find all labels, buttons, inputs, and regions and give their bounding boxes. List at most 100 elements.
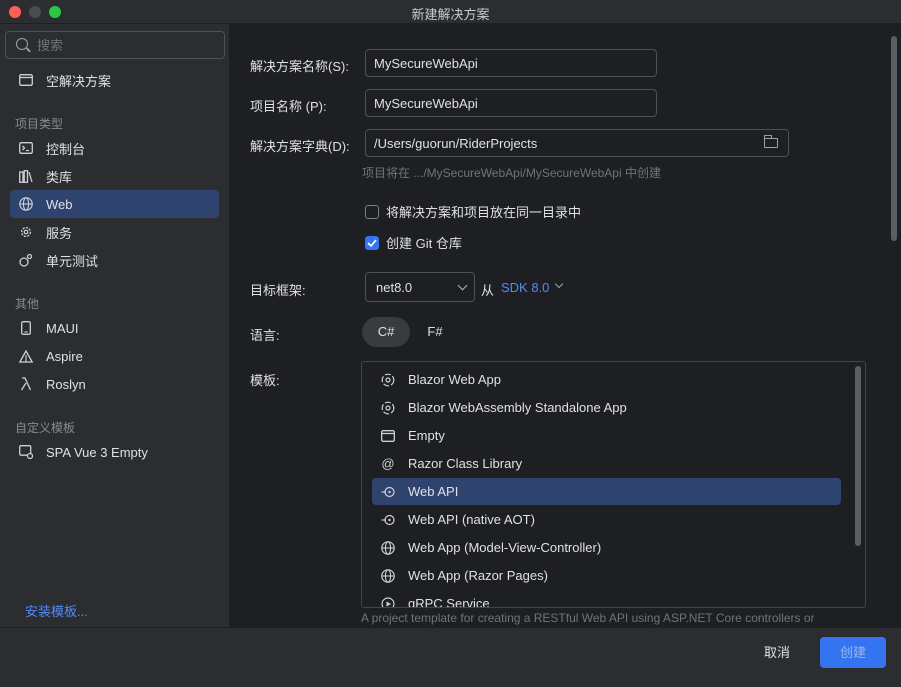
sidebar-item-label: 单元测试: [46, 253, 99, 269]
sidebar-item-service[interactable]: 服务: [10, 218, 219, 246]
folder-icon[interactable]: [763, 135, 778, 148]
window-title: 新建解决方案: [411, 7, 490, 22]
sidebar-item-label: MAUI: [46, 320, 79, 336]
search-icon: [16, 38, 28, 50]
language-label: 语言:: [250, 328, 280, 343]
template-item-web-api-aot[interactable]: Web API (native AOT): [372, 506, 841, 533]
test-icon: [18, 252, 34, 268]
search-box[interactable]: [5, 31, 225, 59]
template-icon: [18, 444, 34, 460]
template-label: Web App (Razor Pages): [408, 568, 548, 583]
templates-list[interactable]: Blazor Web App Blazor WebAssembly Standa…: [361, 361, 866, 608]
sidebar: 空解决方案 项目类型 控制台 类库 Web 服务 单元测试 其他: [0, 24, 230, 627]
language-option-fsharp[interactable]: F#: [411, 317, 459, 347]
template-label: gRPC Service: [408, 596, 490, 608]
title-bar: 新建解决方案: [0, 0, 901, 24]
same-dir-label: 将解决方案和项目放在同一目录中: [386, 205, 582, 220]
template-label: Web App (Model-View-Controller): [408, 540, 602, 555]
sidebar-item-spa-vue-3-empty[interactable]: SPA Vue 3 Empty: [10, 438, 219, 466]
chevron-down-icon: [457, 280, 468, 291]
template-label: Blazor WebAssembly Standalone App: [408, 400, 627, 415]
blazor-icon: [380, 400, 396, 416]
globe-icon: [380, 568, 396, 584]
sidebar-item-web[interactable]: Web: [10, 190, 219, 218]
sidebar-item-label: Roslyn: [46, 376, 86, 392]
solution-name-field[interactable]: MySecureWebApi: [365, 49, 657, 77]
at-icon: @: [381, 456, 395, 471]
framework-select[interactable]: net8.0: [365, 272, 475, 302]
cancel-button[interactable]: 取消: [748, 638, 806, 668]
project-location-hint: 项目将在 .../MySecureWebApi/MySecureWebApi 中…: [362, 166, 661, 180]
gear-icon: [18, 224, 34, 240]
search-input[interactable]: [37, 36, 217, 54]
sidebar-item-label: 服务: [46, 225, 73, 241]
window-icon: [18, 72, 34, 88]
api-icon: [380, 484, 396, 500]
framework-value: net8.0: [376, 280, 413, 295]
template-label: Web API: [408, 484, 459, 499]
sidebar-item-label: 类库: [46, 169, 73, 185]
sidebar-item-label: Aspire: [46, 348, 83, 364]
install-templates-link[interactable]: 安装模板...: [25, 601, 88, 620]
console-icon: [18, 140, 34, 156]
git-label: 创建 Git 仓库: [386, 236, 462, 251]
sidebar-item-console[interactable]: 控制台: [10, 134, 219, 162]
solution-name-label: 解决方案名称(S):: [250, 59, 349, 74]
sidebar-item-empty-solution[interactable]: 空解决方案: [10, 66, 219, 94]
sidebar-item-label: Web: [46, 196, 73, 212]
template-item-web-app-razor-pages[interactable]: Web App (Razor Pages): [372, 562, 841, 589]
template-item-razor-class-library[interactable]: @ Razor Class Library: [372, 450, 841, 477]
section-header-project-types: 项目类型: [15, 117, 64, 131]
template-item-empty[interactable]: Empty: [372, 422, 841, 449]
template-item-blazor-web-app[interactable]: Blazor Web App: [372, 366, 841, 393]
solution-dir-label: 解决方案字典(D):: [250, 139, 350, 154]
same-dir-checkbox[interactable]: [365, 204, 379, 219]
template-label: Empty: [408, 428, 445, 443]
sidebar-item-aspire[interactable]: Aspire: [10, 342, 219, 370]
template-item-blazor-webassembly[interactable]: Blazor WebAssembly Standalone App: [372, 394, 841, 421]
project-name-field[interactable]: MySecureWebApi: [365, 89, 657, 117]
aspire-icon: [18, 348, 34, 364]
sidebar-item-label: 控制台: [46, 141, 86, 157]
template-description: A project template for creating a RESTfu…: [361, 612, 815, 625]
globe-icon: [380, 540, 396, 556]
template-label: Blazor Web App: [408, 372, 501, 387]
main-form: 解决方案名称(S): MySecureWebApi 项目名称 (P): MySe…: [231, 24, 901, 627]
template-label: Razor Class Library: [408, 456, 523, 471]
templates-scrollbar[interactable]: [855, 366, 861, 546]
grpc-icon: [380, 596, 396, 607]
sidebar-item-label: SPA Vue 3 Empty: [46, 444, 148, 460]
globe-icon: [18, 196, 34, 212]
main-scrollbar[interactable]: [891, 36, 897, 241]
same-dir-checkbox-row[interactable]: 将解决方案和项目放在同一目录中: [365, 202, 581, 221]
api-icon: [380, 512, 396, 528]
template-item-web-api[interactable]: Web API: [372, 478, 841, 505]
template-item-web-app-mvc[interactable]: Web App (Model-View-Controller): [372, 534, 841, 561]
library-icon: [18, 168, 34, 184]
section-header-custom-templates: 自定义模板: [15, 421, 76, 435]
git-checkbox-row[interactable]: 创建 Git 仓库: [365, 233, 462, 252]
section-header-other: 其他: [15, 297, 40, 311]
sdk-link[interactable]: SDK 8.0: [501, 280, 549, 295]
project-name-label: 项目名称 (P):: [250, 99, 327, 114]
lambda-icon: [18, 376, 34, 392]
phone-icon: [18, 320, 34, 336]
template-item-grpc-service[interactable]: gRPC Service: [372, 590, 841, 608]
language-option-csharp[interactable]: C#: [362, 317, 410, 347]
template-label: Web API (native AOT): [408, 512, 535, 527]
dialog-footer: 取消 创建: [0, 627, 901, 687]
git-checkbox[interactable]: [365, 235, 379, 250]
sidebar-item-unit-test[interactable]: 单元测试: [10, 246, 219, 274]
from-label: 从: [481, 283, 495, 298]
framework-label: 目标框架:: [250, 283, 306, 298]
sidebar-item-label: 空解决方案: [46, 73, 112, 89]
sidebar-item-library[interactable]: 类库: [10, 162, 219, 190]
chevron-down-icon[interactable]: [554, 279, 564, 289]
sidebar-item-maui[interactable]: MAUI: [10, 314, 219, 342]
sidebar-item-roslyn[interactable]: Roslyn: [10, 370, 219, 398]
blazor-icon: [380, 372, 396, 388]
create-button[interactable]: 创建: [820, 637, 886, 668]
window-icon: [380, 428, 396, 444]
solution-dir-field[interactable]: /Users/guorun/RiderProjects: [365, 129, 789, 157]
templates-label: 模板:: [250, 373, 280, 388]
